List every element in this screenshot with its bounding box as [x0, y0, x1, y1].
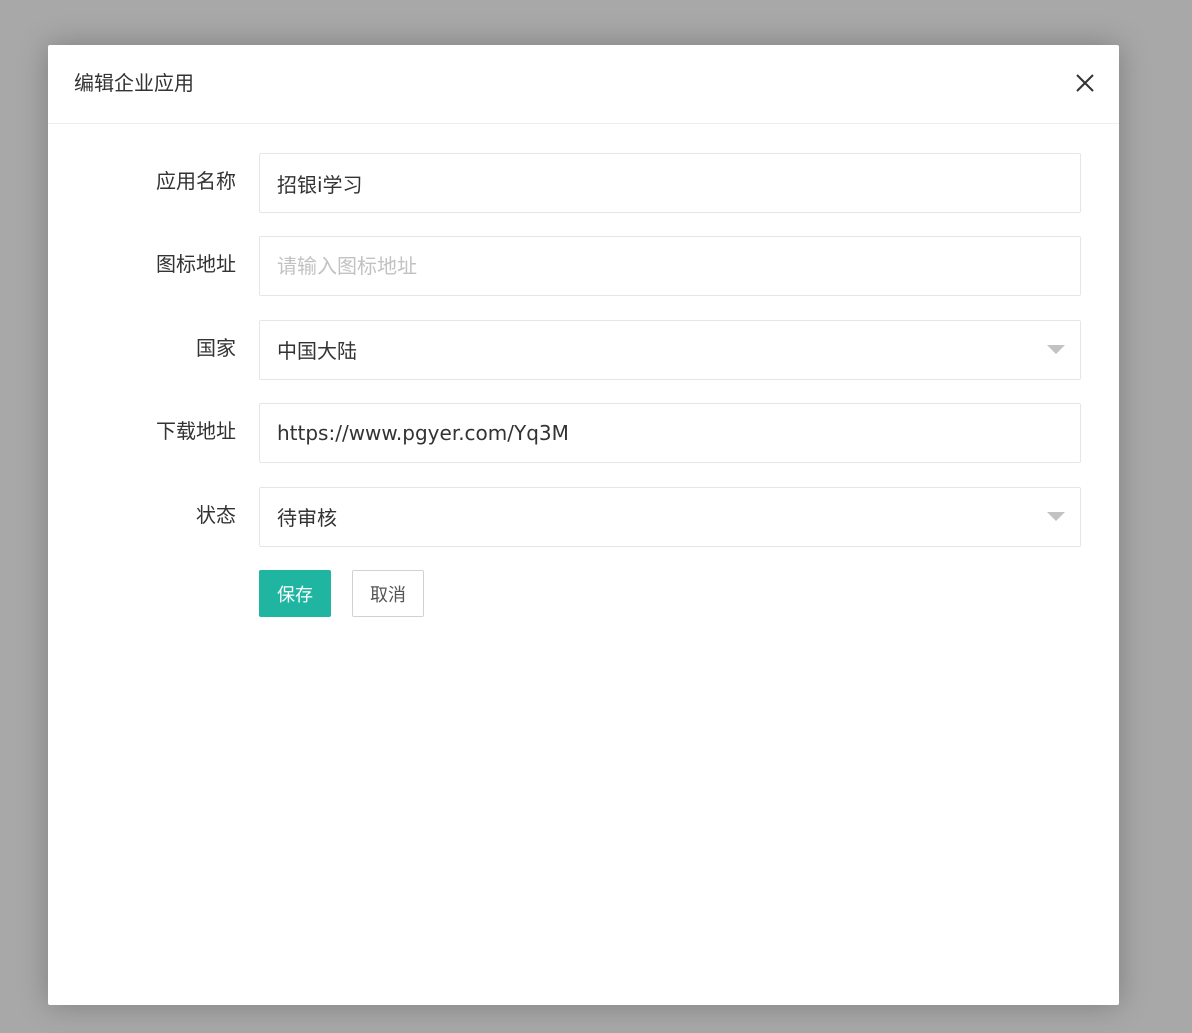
- form-row-app-name: 应用名称: [48, 153, 1119, 213]
- cancel-button[interactable]: 取消: [352, 570, 424, 617]
- form-row-download-url: 下载地址: [48, 403, 1119, 463]
- chevron-down-icon: [1047, 345, 1065, 354]
- app-name-label: 应用名称: [156, 169, 236, 193]
- app-name-input[interactable]: [260, 154, 1080, 212]
- form-row-country: 国家 中国大陆: [48, 320, 1119, 380]
- status-label: 状态: [196, 503, 236, 527]
- save-button[interactable]: 保存: [259, 570, 331, 617]
- status-selected-value: 待审核: [277, 506, 337, 530]
- country-select[interactable]: 中国大陆: [259, 320, 1081, 380]
- app-name-field: [259, 153, 1081, 213]
- form-row-status: 状态 待审核: [48, 487, 1119, 547]
- icon-url-input[interactable]: [260, 237, 1080, 295]
- download-url-label: 下载地址: [156, 419, 236, 443]
- icon-url-label: 图标地址: [156, 252, 236, 276]
- country-label: 国家: [196, 336, 236, 360]
- icon-url-field: [259, 236, 1081, 296]
- download-url-field: [259, 403, 1081, 463]
- chevron-down-icon: [1047, 512, 1065, 521]
- dialog-title: 编辑企业应用: [74, 71, 194, 95]
- edit-app-dialog: 编辑企业应用 应用名称 图标地址 国家 中国大陆: [48, 45, 1119, 1005]
- dialog-header: 编辑企业应用: [48, 45, 1119, 124]
- download-url-input[interactable]: [260, 404, 1080, 462]
- close-button[interactable]: [1073, 71, 1097, 95]
- form-row-icon-url: 图标地址: [48, 236, 1119, 296]
- country-selected-value: 中国大陆: [277, 339, 357, 363]
- close-icon: [1076, 74, 1094, 92]
- status-select[interactable]: 待审核: [259, 487, 1081, 547]
